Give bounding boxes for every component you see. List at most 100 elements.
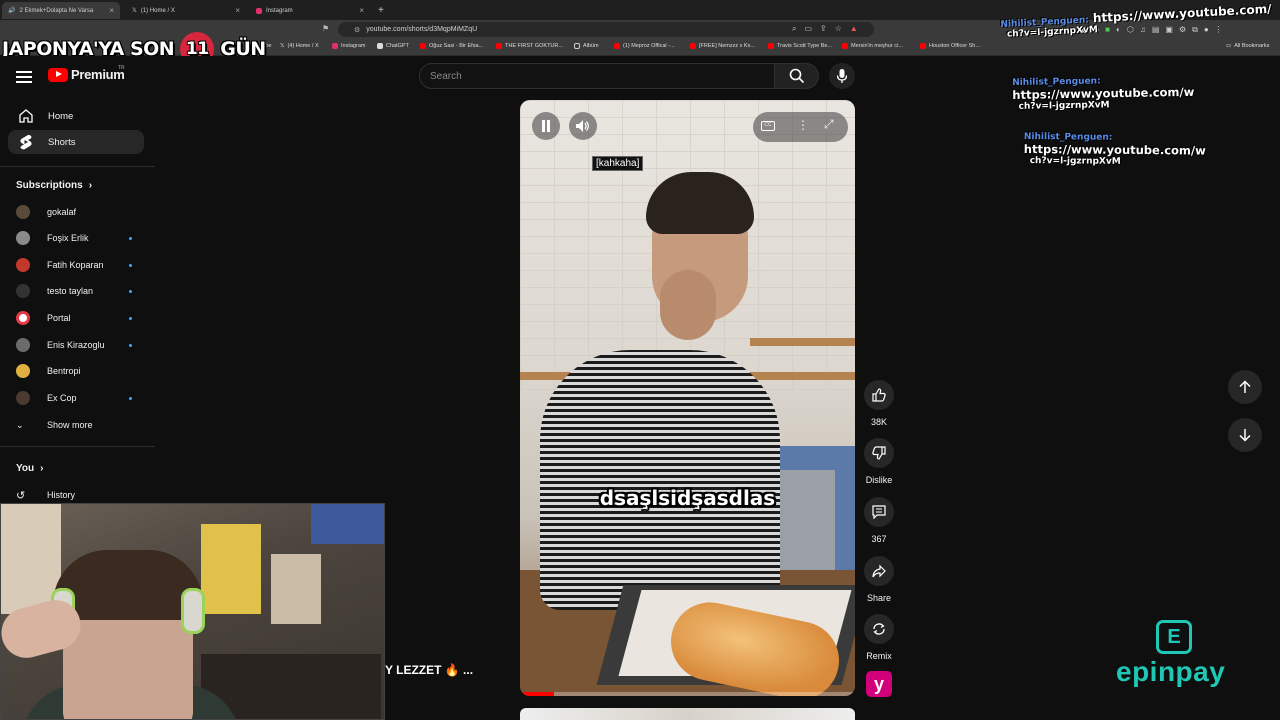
sidebar-item-history[interactable]: ↺ History — [16, 485, 136, 505]
subscription-item[interactable]: gokalaf — [16, 202, 136, 222]
cast-icon[interactable]: ▭ — [804, 24, 812, 34]
extension-icon[interactable]: ▲ — [850, 24, 858, 34]
search-input[interactable]: Search — [419, 63, 775, 89]
avatar — [16, 205, 30, 219]
like-count: 38K — [870, 417, 887, 427]
bookmark-item[interactable]: THE FIRST GOKTUR... — [496, 43, 563, 49]
microphone-icon — [836, 69, 848, 83]
show-more-button[interactable]: ⌄ Show more — [16, 415, 136, 435]
bookmark-item[interactable]: Travis Scott Type Be... — [768, 43, 832, 49]
bookmark-item[interactable]: Oğuz Sasi - Bir Efsa... — [420, 43, 483, 49]
next-short-button[interactable] — [1228, 418, 1262, 452]
epinpay-logo-letter: E — [1167, 625, 1181, 648]
bookmark-item[interactable]: Houston Officer Sh... — [920, 43, 980, 49]
new-tab-button[interactable]: + — [372, 2, 386, 19]
subscription-name: Portal — [47, 313, 71, 323]
subscription-item[interactable]: Foşix Erlik — [16, 228, 136, 248]
dislike-button[interactable]: Dislike — [862, 438, 896, 485]
youtube-icon — [420, 43, 426, 49]
video-progress-bar[interactable] — [520, 692, 855, 696]
wall-poster — [271, 554, 321, 624]
sidebar-item-home[interactable]: Home — [8, 104, 144, 128]
search-icon — [789, 68, 804, 84]
subscriptions-header[interactable]: Subscriptions › — [16, 180, 92, 191]
bookmark-item[interactable]: (1) Meproz Offical -... — [614, 43, 675, 49]
subscription-item[interactable]: Bentropi — [16, 361, 136, 381]
next-short-preview[interactable] — [520, 708, 855, 720]
remix-button[interactable]: Remix — [862, 614, 896, 661]
close-icon[interactable]: × — [235, 6, 240, 15]
subscription-item[interactable]: Ex Cop — [16, 388, 136, 408]
instagram-icon — [332, 43, 338, 49]
sidebar-item-shorts[interactable]: Shorts — [8, 130, 144, 154]
subscriptions-title: Subscriptions — [16, 180, 83, 191]
more-options-icon[interactable]: ⋮ — [797, 118, 809, 132]
arrow-down-icon — [1239, 429, 1251, 442]
previous-short-button[interactable] — [1228, 370, 1262, 404]
like-button[interactable]: 38K — [862, 380, 896, 427]
share-label: Share — [866, 593, 892, 603]
sidebar-divider — [0, 166, 155, 167]
bookmark-item[interactable]: Mersin'in meşhur ci... — [842, 43, 903, 49]
browser-tab[interactable]: Instagram × — [250, 2, 370, 19]
sidebar-item-label: History — [47, 490, 76, 500]
hamburger-menu-icon[interactable] — [14, 68, 34, 84]
history-icon: ↺ — [16, 489, 26, 502]
subscription-item[interactable]: Portal — [16, 308, 136, 328]
instagram-icon — [256, 7, 262, 14]
subscription-item[interactable]: Enis Kirazoglu — [16, 335, 136, 355]
new-content-dot — [129, 396, 132, 400]
subscription-item[interactable]: testo taylan — [16, 281, 136, 301]
video-person — [540, 350, 780, 610]
audio-icon: 🔊 — [8, 8, 16, 14]
you-header[interactable]: You › — [16, 463, 44, 474]
video-title-partial[interactable]: Y LEZZET 🔥 ... — [385, 663, 473, 677]
all-bookmarks[interactable]: ▭ All Bookmarks — [1226, 43, 1269, 49]
subscription-name: Foşix Erlik — [47, 233, 89, 243]
share-icon[interactable]: ⇪ — [820, 24, 827, 34]
captions-icon[interactable]: CC — [761, 121, 775, 131]
sidebar-item-label: Home — [48, 110, 74, 122]
thumbs-up-icon — [864, 380, 894, 410]
pause-button[interactable] — [532, 112, 560, 140]
chat-text: https://www.youtube.com/w — [1023, 141, 1206, 158]
browser-tab[interactable]: 𝕏 (1) Home / X × — [126, 2, 246, 19]
avatar — [16, 391, 30, 405]
bookmark-icon[interactable]: ☆ — [835, 24, 842, 34]
show-more-label: Show more — [47, 420, 93, 430]
comment-count: 367 — [871, 534, 887, 544]
wall-poster — [311, 504, 384, 544]
close-icon[interactable]: × — [359, 6, 364, 15]
shorts-video-player[interactable]: CC ⋮ ⤢ [kahkaha] dsaşlsidşasdlas — [520, 100, 855, 696]
address-bar-actions: ⌕ ▭ ⇪ ☆ ▲ — [792, 24, 858, 34]
site-info-icon[interactable]: ⚙ — [354, 26, 360, 34]
youtube-logo-icon — [48, 67, 68, 82]
youtube-icon — [614, 43, 620, 49]
volume-button[interactable] — [569, 112, 597, 140]
epinpay-logo-icon: E — [1156, 620, 1192, 654]
subscription-item[interactable]: Fatih Koparan — [16, 255, 136, 275]
bookmark-item[interactable]: Albüm — [574, 43, 599, 49]
browser-tab[interactable]: 🔊 2 Ekmek+Dolapta Ne Varsa × — [2, 2, 120, 19]
share-icon — [864, 556, 894, 586]
bookmark-item[interactable]: ChatGPT — [377, 43, 409, 49]
bookmark-star-icon[interactable]: ⚑ — [322, 24, 329, 33]
close-icon[interactable]: × — [109, 6, 114, 15]
bookmark-item[interactable]: Instagram — [332, 43, 365, 49]
comments-button[interactable]: 367 — [862, 497, 896, 544]
search-button[interactable] — [775, 63, 819, 89]
fullscreen-icon[interactable]: ⤢ — [824, 117, 834, 132]
youtube-icon — [842, 43, 848, 49]
bookmark-item[interactable]: [FREE] Nemzzz x Ks... — [690, 43, 755, 49]
arrow-up-icon — [1239, 380, 1251, 393]
share-button[interactable]: Share — [862, 556, 896, 603]
search-placeholder: Search — [430, 70, 462, 82]
youtube-premium-logo[interactable]: Premium TR — [48, 65, 125, 82]
folder-icon: ▭ — [1226, 43, 1232, 49]
subscription-name: Ex Cop — [47, 393, 77, 403]
voice-search-button[interactable] — [829, 63, 855, 89]
bookmark-item[interactable]: 𝕏 (4) Home / X — [280, 43, 319, 49]
avatar — [16, 258, 30, 272]
channel-avatar[interactable]: y — [866, 671, 892, 697]
zoom-icon[interactable]: ⌕ — [792, 24, 796, 34]
